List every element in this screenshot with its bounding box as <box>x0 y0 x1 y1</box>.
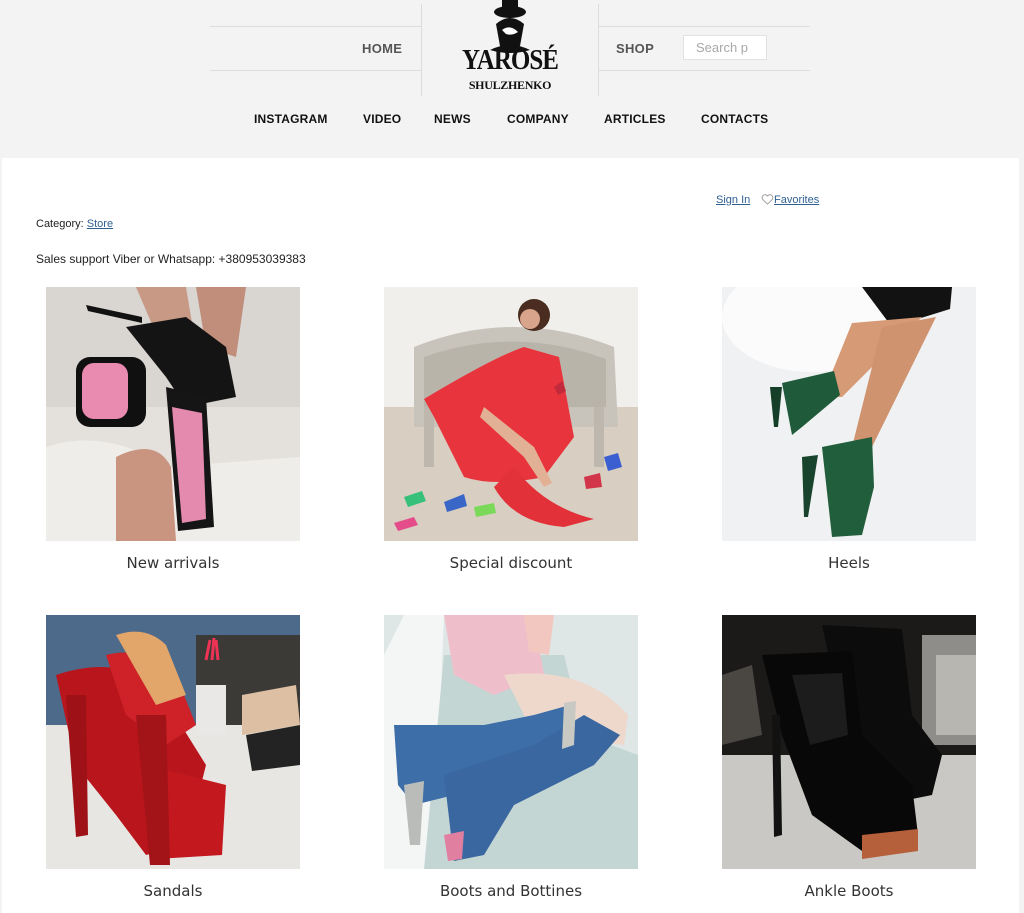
tile-label[interactable]: Ankle Boots <box>722 882 976 900</box>
green-platform-heels-photo <box>722 287 976 541</box>
tile-label[interactable]: Special discount <box>384 554 638 572</box>
pink-sole-platform-boots-photo <box>46 287 300 541</box>
header-divider <box>599 26 810 27</box>
nav-shop-link[interactable]: SHOP <box>616 41 654 56</box>
heart-icon[interactable] <box>761 193 774 206</box>
nav-home-link[interactable]: HOME <box>362 41 402 56</box>
category-store-link[interactable]: Store <box>87 218 113 230</box>
category-tile-boots-and-bottines[interactable] <box>384 615 638 869</box>
tile-label[interactable]: New arrivals <box>46 554 300 572</box>
category-tile-special-discount[interactable] <box>384 287 638 541</box>
tile-label[interactable]: Boots and Bottines <box>384 882 638 900</box>
category-tile-sandals[interactable] <box>46 615 300 869</box>
category-tile-heels[interactable] <box>722 287 976 541</box>
nav-news-link[interactable]: NEWS <box>434 112 471 126</box>
header-divider <box>210 26 421 27</box>
tile-label[interactable]: Heels <box>722 554 976 572</box>
brand-logo[interactable]: YAROSÉ SHULZHENKO <box>462 0 559 96</box>
search-input[interactable] <box>683 35 767 60</box>
category-prefix: Category: <box>36 218 84 230</box>
logo-subtitle: SHULZHENKO <box>468 78 552 92</box>
red-platform-sandals-photo <box>46 615 300 869</box>
category-tile-new-arrivals[interactable] <box>46 287 300 541</box>
nav-instagram-link[interactable]: INSTAGRAM <box>254 112 328 126</box>
nav-contacts-link[interactable]: CONTACTS <box>701 112 768 126</box>
category-breadcrumb: Category: Store <box>36 218 113 230</box>
favorites-link[interactable]: Favorites <box>774 194 819 206</box>
logo-wordmark: YAROSÉ <box>462 44 559 76</box>
store-content: Sign In Favorites Category: Store Sales … <box>2 158 1019 913</box>
header-divider <box>598 4 599 96</box>
sales-support-text: Sales support Viber or Whatsapp: +380953… <box>36 252 306 266</box>
black-patent-ankle-boots-photo <box>722 615 976 869</box>
category-tile-ankle-boots[interactable] <box>722 615 976 869</box>
blue-suede-boots-photo <box>384 615 638 869</box>
sign-in-link[interactable]: Sign In <box>716 194 750 206</box>
header-divider <box>599 70 810 71</box>
nav-articles-link[interactable]: ARTICLES <box>604 112 666 126</box>
nav-video-link[interactable]: VIDEO <box>363 112 401 126</box>
header-divider <box>210 70 421 71</box>
nav-company-link[interactable]: COMPANY <box>507 112 569 126</box>
tile-label[interactable]: Sandals <box>46 882 300 900</box>
header-divider <box>421 4 422 96</box>
woman-red-dress-sofa-photo <box>384 287 638 541</box>
site-header: HOME SHOP YAROSÉ SHULZHENKO INSTAGRAM VI… <box>0 0 1024 158</box>
